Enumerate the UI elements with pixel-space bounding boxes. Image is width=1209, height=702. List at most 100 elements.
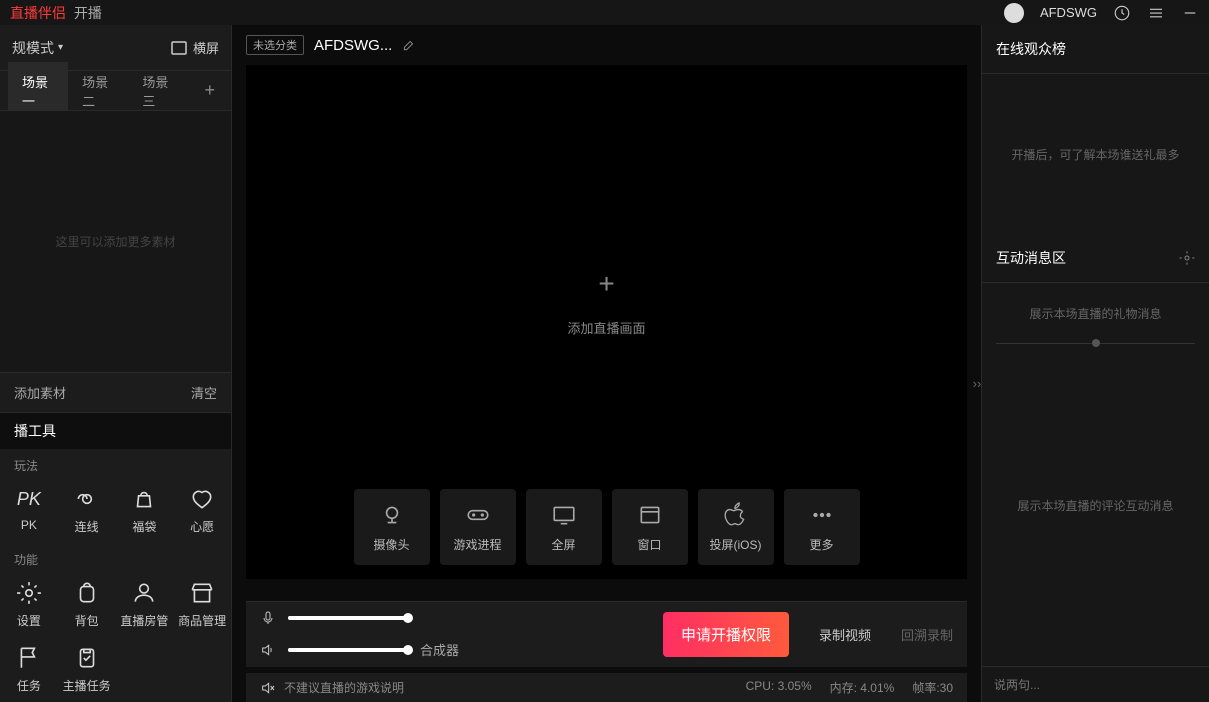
game-hint-link[interactable]: 不建议直播的游戏说明 (260, 679, 404, 696)
tool-label: 商品管理 (178, 612, 226, 629)
mode-dropdown[interactable]: 规模式 ▾ (12, 38, 63, 58)
monitor-icon (551, 502, 577, 528)
tool-settings[interactable]: 设置 (0, 572, 58, 637)
stream-title: AFDSWG... (314, 37, 392, 54)
tool-label: 主播任务 (63, 677, 111, 694)
clipboard-icon (74, 645, 100, 671)
mem-stat: 内存: 4.01% (830, 679, 895, 696)
window-icon (637, 502, 663, 528)
left-sidebar: 规模式 ▾ 横屏 场景一 场景二 场景三 + 这里可以添加更多素材 添加素材 清… (0, 25, 232, 702)
tool-wish[interactable]: 心愿 (173, 478, 231, 543)
mode-label: 规模式 (12, 38, 54, 58)
right-panel: 在线观众榜 开播后，可了解本场谁送礼最多 互动消息区 展示本场直播的礼物消息 展… (981, 25, 1209, 702)
add-material-button[interactable]: 添加素材 (14, 383, 66, 402)
header-right: AFDSWG (1004, 3, 1199, 23)
tool-label: PK (21, 518, 37, 532)
person-icon (131, 580, 157, 606)
source-window[interactable]: 窗口 (612, 489, 688, 565)
pk-icon: PK (16, 486, 42, 512)
record-button[interactable]: 录制视频 (819, 625, 871, 644)
speaker-mute-icon (260, 680, 276, 696)
tool-label: 设置 (17, 612, 41, 629)
rank-body: 开播后，可了解本场谁送礼最多 (982, 74, 1209, 234)
msg-header: 互动消息区 (982, 234, 1209, 283)
source-label: 游戏进程 (453, 536, 501, 553)
app-header: 直播伴侣 开播 AFDSWG (0, 0, 1209, 25)
backpack-icon (74, 580, 100, 606)
source-label: 更多 (809, 536, 833, 553)
logo-sep: 开播 (74, 5, 102, 21)
mic-row (260, 610, 459, 626)
source-game[interactable]: 游戏进程 (440, 489, 516, 565)
chat-input-wrap (982, 666, 1209, 702)
tool-backpack[interactable]: 背包 (58, 572, 116, 637)
comment-hint: 展示本场直播的评论互动消息 (982, 344, 1209, 666)
tool-link[interactable]: 连线 (58, 478, 116, 543)
source-fullscreen[interactable]: 全屏 (526, 489, 602, 565)
msg-title: 互动消息区 (996, 248, 1066, 268)
source-label: 全屏 (551, 536, 575, 553)
function-label: 功能 (0, 543, 231, 572)
source-ios[interactable]: 投屏(iOS) (698, 489, 774, 565)
game-hint-text: 不建议直播的游戏说明 (284, 679, 404, 696)
source-more[interactable]: 更多 (784, 489, 860, 565)
rank-title: 在线观众榜 (996, 39, 1066, 59)
speaker-slider[interactable] (288, 648, 408, 652)
apple-icon (723, 502, 749, 528)
edit-icon[interactable] (402, 38, 416, 52)
tool-pk[interactable]: PK PK (0, 478, 58, 543)
replay-button[interactable]: 回溯录制 (901, 625, 953, 644)
source-label: 投屏(iOS) (710, 536, 762, 553)
chevron-down-icon: ▾ (58, 42, 63, 53)
orientation-toggle[interactable]: 横屏 (171, 38, 219, 57)
source-label: 摄像头 (373, 536, 409, 553)
synth-label[interactable]: 合成器 (420, 640, 459, 659)
orientation-label: 横屏 (193, 38, 219, 57)
source-camera[interactable]: 摄像头 (354, 489, 430, 565)
start-stream-button[interactable]: 申请开播权限 (663, 612, 789, 657)
store-icon (189, 580, 215, 606)
gift-hint: 展示本场直播的礼物消息 (982, 283, 1209, 343)
gamepad-icon (465, 502, 491, 528)
rank-header: 在线观众榜 (982, 25, 1209, 74)
center-panel: 未选分类 AFDSWG... + 添加直播画面 摄像头 游戏进程 (232, 25, 981, 702)
landscape-icon (171, 41, 187, 55)
scene-tabs: 场景一 场景二 场景三 + (0, 71, 231, 111)
chat-input[interactable] (994, 678, 1197, 692)
preview-area: + 添加直播画面 摄像头 游戏进程 全屏 (246, 65, 967, 579)
tool-room-mgmt[interactable]: 直播房管 (116, 572, 174, 637)
plus-icon: + (598, 268, 614, 300)
collapse-right-icon[interactable]: ›› (971, 364, 983, 404)
add-hint: 添加直播画面 (567, 318, 645, 337)
minimize-icon[interactable] (1181, 4, 1199, 22)
fps-stat: 帧率:30 (912, 679, 953, 696)
logo-text: 直播伴侣 (10, 5, 66, 21)
gameplay-label: 玩法 (0, 449, 231, 478)
username: AFDSWG (1040, 5, 1097, 20)
status-bar: 不建议直播的游戏说明 CPU: 3.05% 内存: 4.01% 帧率:30 (246, 673, 967, 702)
settings-icon[interactable] (1179, 250, 1195, 266)
mic-icon[interactable] (260, 610, 276, 626)
mic-slider[interactable] (288, 616, 408, 620)
speaker-icon[interactable] (260, 642, 276, 658)
tool-label: 心愿 (190, 518, 214, 535)
speaker-row: 合成器 (260, 640, 459, 659)
divider[interactable] (996, 343, 1195, 344)
tool-task[interactable]: 任务 (0, 637, 58, 702)
tool-anchor-task[interactable]: 主播任务 (58, 637, 116, 702)
cpu-stat: CPU: 3.05% (746, 679, 812, 696)
tool-label: 直播房管 (120, 612, 168, 629)
clear-material-button[interactable]: 清空 (191, 383, 217, 402)
tool-label: 福袋 (132, 518, 156, 535)
avatar[interactable] (1004, 3, 1024, 23)
add-scene-button[interactable]: + (188, 80, 231, 101)
category-tag[interactable]: 未选分类 (246, 35, 304, 55)
menu-icon[interactable] (1147, 4, 1165, 22)
tool-label: 连线 (75, 518, 99, 535)
source-bar: 摄像头 游戏进程 全屏 窗口 (354, 489, 860, 565)
tool-bag[interactable]: 福袋 (116, 478, 174, 543)
add-source-center[interactable]: + 添加直播画面 (567, 268, 645, 337)
refresh-icon[interactable] (1113, 4, 1131, 22)
camera-icon (379, 502, 405, 528)
tool-goods[interactable]: 商品管理 (173, 572, 231, 637)
